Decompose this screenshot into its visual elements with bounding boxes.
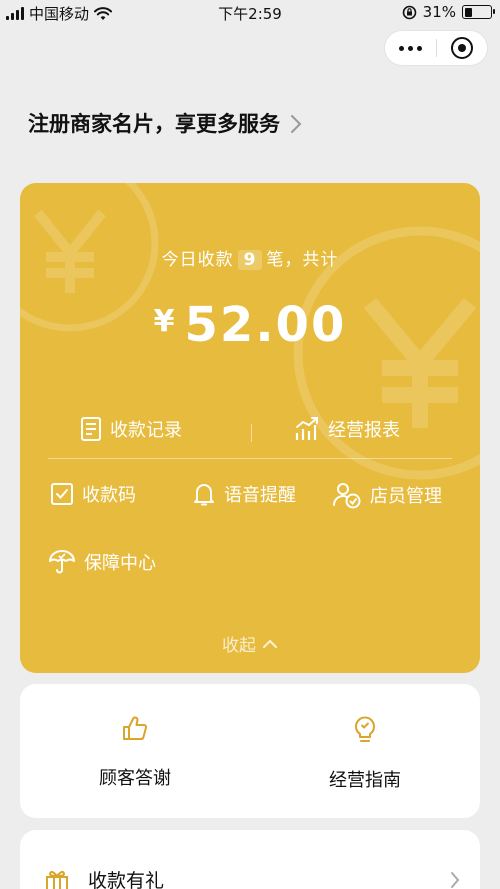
record-row: 收款记录 经营报表 [20,416,480,448]
staff-management-button[interactable]: 店员管理 [332,481,442,509]
qrcode-button[interactable]: 收款码 [50,481,136,507]
more-button[interactable] [385,31,436,65]
gift-card: 收款有礼 [20,830,480,889]
payment-records-button[interactable]: 收款记录 [80,416,182,442]
trend-chart-icon [295,417,318,440]
chevron-right-icon [451,871,460,888]
qrcode-icon [51,483,73,505]
collapse-button[interactable]: 收起 [20,631,480,656]
chevron-up-icon [263,639,277,648]
today-amount: ¥52.00 [20,297,480,353]
status-bar: 中国移动 下午2:59 31% [0,0,500,26]
staff-icon [333,483,361,509]
business-guide-label: 经营指南 [329,770,401,791]
customer-thanks-label: 顾客答谢 [99,768,171,789]
today-suffix: 笔，共计 [266,250,339,270]
card-divider [48,458,452,459]
currency-symbol: ¥ [153,304,177,339]
today-prefix: 今日收款 [161,250,234,270]
payment-gift-row[interactable]: 收款有礼 [44,866,460,889]
close-button[interactable] [436,31,487,65]
protection-center-button[interactable]: 保障中心 [48,549,156,575]
business-report-button[interactable]: 经营报表 [294,416,400,442]
umbrella-icon [49,550,75,574]
services-card: 顾客答谢 经营指南 [20,684,480,818]
chevron-right-icon [291,115,302,133]
gift-icon [46,870,68,889]
thumbs-up-icon [123,716,148,740]
close-icon [450,37,473,59]
staff-management-label: 店员管理 [370,486,442,507]
voice-alert-label: 语音提醒 [224,485,296,506]
document-icon [81,417,101,441]
protection-center-label: 保障中心 [84,553,156,574]
payment-records-label: 收款记录 [110,420,182,441]
voice-alert-button[interactable]: 语音提醒 [192,481,296,507]
transaction-count: 9 [237,250,263,270]
amount-value: 52.00 [184,297,347,353]
business-report-label: 经营报表 [328,420,400,441]
customer-thanks-button[interactable]: 顾客答谢 [20,714,250,790]
income-card: 今日收款 9 笔，共计 ¥52.00 收款记录 经营报表 收款码 语音提醒 店员… [20,183,480,673]
qrcode-label: 收款码 [82,485,136,506]
bell-icon [194,484,214,506]
battery-percent: 31% [422,3,456,21]
today-summary: 今日收款 9 笔，共计 [20,245,480,270]
miniprogram-capsule [384,30,488,66]
register-merchant-link[interactable]: 注册商家名片，享更多服务 [28,108,302,138]
payment-gift-label: 收款有礼 [88,870,165,889]
business-guide-button[interactable]: 经营指南 [250,714,480,792]
lightbulb-icon [355,716,375,742]
status-right: 31% [402,3,495,21]
rotation-lock-icon [402,5,416,19]
battery-icon [462,5,495,19]
register-label: 注册商家名片，享更多服务 [28,112,280,136]
row-divider [251,424,252,442]
collapse-label: 收起 [222,636,256,656]
